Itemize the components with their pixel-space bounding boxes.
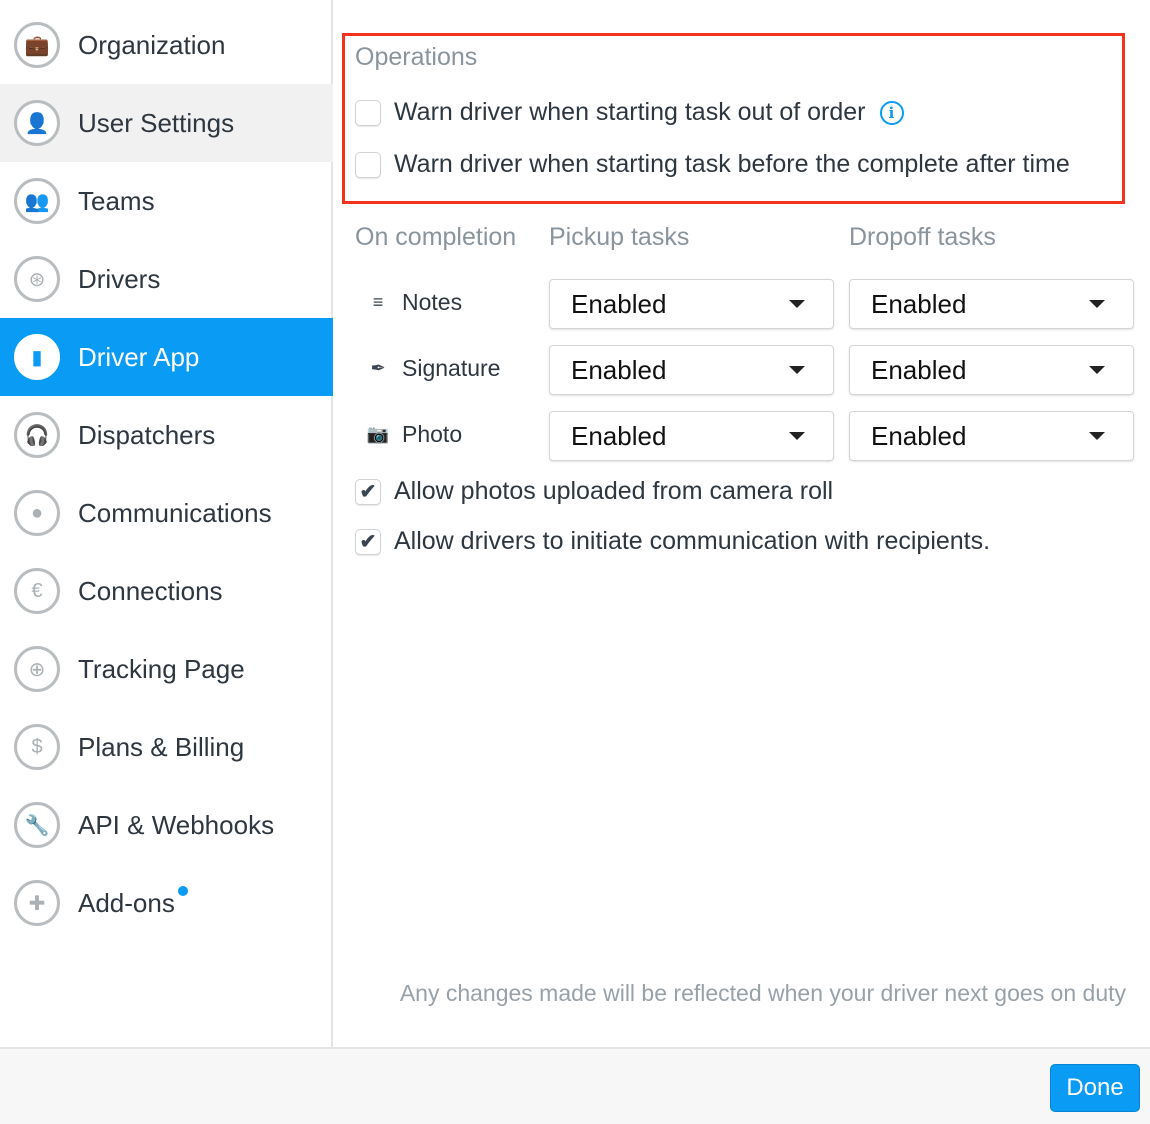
header-on-completion: On completion [355, 223, 517, 251]
header-pickup-tasks: Pickup tasks [549, 223, 690, 251]
selected-value: Enabled [571, 354, 667, 385]
notes-pickup-select[interactable]: Enabled [549, 279, 834, 329]
label-text: Teams [78, 185, 155, 216]
wrench-icon: 🔧 [14, 802, 60, 848]
team-icon: 👥 [14, 178, 60, 224]
crosshair-icon: ⊕ [14, 646, 60, 692]
dollar-icon: $ [14, 724, 60, 770]
row-photo: 📷 Photo [365, 419, 462, 449]
sidebar-item-label: Driver App [78, 342, 199, 373]
sidebar-item-label: Tracking Page [78, 654, 245, 685]
sidebar-item-label: Plans & Billing [78, 732, 244, 763]
sidebar-item-communications[interactable]: ● Communications [0, 474, 333, 552]
photo-pickup-select[interactable]: Enabled [549, 411, 834, 461]
changes-note: Any changes made will be reflected when … [399, 980, 1126, 1006]
warn-before-complete-after-option[interactable]: Warn driver when starting task before th… [355, 150, 1070, 179]
phone-icon: ▮ [14, 334, 60, 380]
caret-down-icon [789, 300, 805, 308]
sidebar-item-teams[interactable]: 👥 Teams [0, 162, 333, 240]
row-label: Photo [402, 420, 463, 447]
warn-out-of-order-option[interactable]: Warn driver when starting task out of or… [355, 98, 904, 127]
notes-dropoff-select[interactable]: Enabled [849, 279, 1134, 329]
caret-down-icon [1089, 300, 1105, 308]
caret-down-icon [1089, 432, 1105, 440]
label-text: Connections [78, 575, 223, 606]
camera-icon: 📷 [366, 423, 390, 444]
sidebar-item-label: User Settings [78, 108, 234, 139]
option-label: Warn driver when starting task before th… [394, 150, 1070, 178]
steering-wheel-icon: ⊛ [14, 256, 60, 302]
briefcase-icon: 💼 [14, 22, 60, 68]
header-dropoff-tasks: Dropoff tasks [849, 223, 996, 251]
chat-bubble-icon: ● [14, 490, 60, 536]
option-label: Allow drivers to initiate communication … [394, 527, 991, 555]
sidebar-item-plans-billing[interactable]: $ Plans & Billing [0, 708, 333, 786]
label-text: Plans & Billing [78, 731, 245, 762]
sidebar-item-label: API & Webhooks [78, 810, 274, 841]
caret-down-icon [789, 366, 805, 374]
sidebar: 💼 Organization 👤 User Settings 👥 Teams ⊛ Driver… [0, 0, 333, 1047]
selected-value: Enabled [871, 288, 967, 319]
selected-value: Enabled [871, 354, 967, 385]
selected-value: Enabled [871, 420, 967, 451]
sidebar-item-label: Dispatchers [78, 420, 215, 451]
sidebar-item-dispatchers[interactable]: 🎧 Dispatchers [0, 396, 333, 474]
lines-icon: ≡ [372, 291, 384, 312]
sidebar-item-api-webhooks[interactable]: 🔧 API & Webhooks [0, 786, 333, 864]
sidebar-item-label: Teams [78, 186, 155, 217]
allow-camera-roll-checkbox[interactable]: ✔ [355, 478, 381, 505]
sidebar-item-organization[interactable]: 💼 Organization [0, 6, 333, 84]
signature-dropoff-select[interactable]: Enabled [849, 345, 1134, 395]
selected-value: Enabled [571, 288, 667, 319]
signature-pickup-select[interactable]: Enabled [549, 345, 834, 395]
allow-driver-communication-option[interactable]: ✔ Allow drivers to initiate communicatio… [355, 527, 990, 556]
done-button[interactable]: Done [1050, 1064, 1140, 1112]
sidebar-item-driver-app[interactable]: ▮ Driver App [0, 318, 333, 396]
new-badge-dot [177, 885, 188, 896]
caret-down-icon [1089, 366, 1105, 374]
row-label: Signature [402, 354, 501, 381]
photo-dropoff-select[interactable]: Enabled [849, 411, 1134, 461]
allow-camera-roll-option[interactable]: ✔ Allow photos uploaded from camera roll [355, 477, 833, 506]
label-text: Organization [78, 29, 226, 60]
sidebar-item-add-ons[interactable]: ✚ Add-ons [0, 864, 333, 942]
sidebar-item-drivers[interactable]: ⊛ Drivers [0, 240, 333, 318]
label-text: Dispatchers [78, 419, 216, 450]
sidebar-item-label: Organization [78, 30, 225, 61]
warn-before-complete-after-checkbox[interactable] [355, 151, 381, 178]
signature-icon: ✒ [370, 357, 386, 378]
label-text: Communications [78, 497, 272, 528]
allow-driver-communication-checkbox[interactable]: ✔ [355, 528, 381, 555]
sidebar-item-label: Communications [78, 498, 272, 529]
sidebar-item-user-settings[interactable]: 👤 User Settings [0, 84, 333, 162]
label-text: Tracking Page [78, 653, 245, 684]
option-label: Allow photos uploaded from camera roll [394, 477, 834, 505]
label-text: Drivers [78, 263, 161, 294]
caret-down-icon [789, 432, 805, 440]
sidebar-item-label: Drivers [78, 264, 160, 295]
sidebar-item-connections[interactable]: € Connections [0, 552, 333, 630]
user-icon: 👤 [14, 100, 60, 146]
sidebar-item-tracking-page[interactable]: ⊕ Tracking Page [0, 630, 333, 708]
info-icon[interactable]: i [879, 100, 904, 125]
row-signature: ✒ Signature [365, 353, 500, 383]
driver-app-settings: Operations Warn driver when starting tas… [335, 0, 1150, 1047]
puzzle-icon: ✚ [14, 880, 60, 926]
warn-out-of-order-checkbox[interactable] [355, 99, 381, 126]
footer: Done [0, 1047, 1150, 1124]
row-notes: ≡ Notes [365, 287, 462, 317]
operations-heading: Operations [355, 43, 478, 71]
label-text: User Settings [78, 107, 235, 138]
row-label: Notes [402, 288, 463, 315]
selected-value: Enabled [571, 420, 667, 451]
label-text: Driver App [78, 341, 200, 372]
sidebar-item-label: Add-ons [78, 885, 188, 919]
option-label: Warn driver when starting task out of or… [394, 98, 866, 126]
headset-icon: 🎧 [14, 412, 60, 458]
label-text: API & Webhooks [78, 809, 275, 840]
label-text: Add-ons [78, 887, 175, 918]
connection-icon: € [14, 568, 60, 614]
sidebar-item-label: Connections [78, 576, 223, 607]
